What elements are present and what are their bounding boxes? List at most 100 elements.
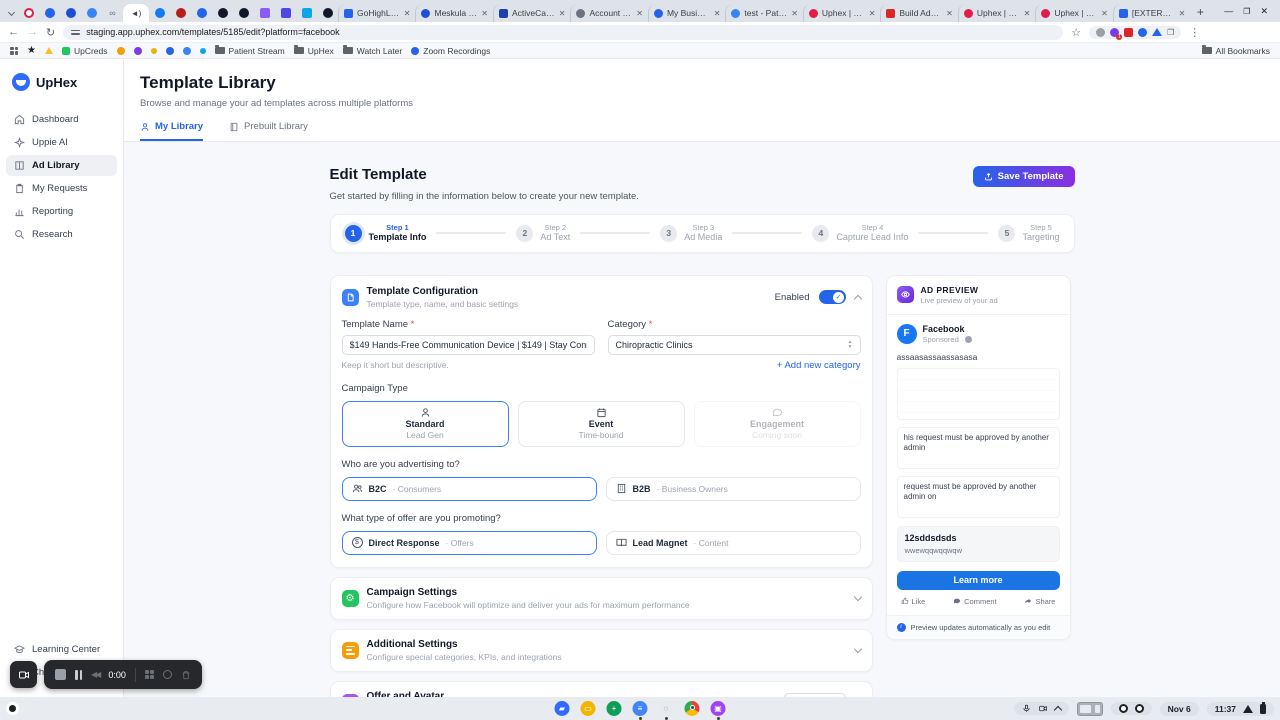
campaign-type-event[interactable]: Event Time-bound (517, 400, 685, 447)
date-pill[interactable]: Nov 6 (1159, 701, 1199, 716)
pinned-tab[interactable] (275, 4, 296, 22)
tab-close-icon[interactable]: ✕ (481, 9, 488, 18)
bookmark-icon[interactable]: ★ (27, 45, 36, 56)
apps-grid-icon[interactable] (10, 46, 18, 55)
tab-my-library[interactable]: My Library (140, 121, 204, 141)
step-ad-text[interactable]: 2 Step 2 Ad Text (516, 223, 570, 244)
category-select[interactable]: Chiropractic Clinics ▲ ▼ (607, 334, 861, 355)
chrome-app-icon[interactable] (684, 701, 700, 716)
close-button[interactable]: ✕ (1260, 6, 1268, 17)
sidebar-item-learning-center[interactable]: Learning Center (6, 639, 117, 660)
forward-button[interactable]: → (27, 26, 38, 38)
bookmark-upcreds[interactable]: UpCreds (61, 46, 108, 56)
pinned-tab[interactable] (254, 4, 275, 22)
extension-icon[interactable] (1138, 27, 1148, 37)
tab-close-icon[interactable]: ✕ (946, 9, 953, 18)
like-action[interactable]: Like (901, 597, 925, 606)
pinned-tab[interactable] (212, 4, 233, 22)
tab-close-icon[interactable]: ✕ (714, 9, 721, 18)
pause-recording-button[interactable] (75, 669, 82, 680)
browser-tab[interactable]: test - Patien ✕ (725, 4, 802, 22)
minimize-button[interactable]: — (1224, 6, 1233, 16)
pinned-tab[interactable] (149, 4, 170, 22)
expand-chevron-icon[interactable] (853, 592, 862, 601)
trash-icon[interactable] (181, 670, 191, 680)
browser-tab[interactable]: Build Ads An✕ (880, 4, 957, 22)
additional-settings-card[interactable]: Additional Settings Configure special ca… (329, 628, 873, 672)
pinned-tab[interactable] (233, 4, 254, 22)
audience-option-b2b[interactable]: B2B · Business Owners (605, 476, 861, 501)
step-targeting[interactable]: 5 Step 5 Targeting (998, 223, 1060, 244)
pinned-tab[interactable] (18, 4, 39, 22)
back-button[interactable]: ← (8, 26, 19, 38)
address-bar[interactable]: staging.app.uphex.com/templates/5185/edi… (63, 24, 1064, 40)
tab-close-icon[interactable]: ✕ (404, 9, 411, 18)
bookmark-icon[interactable] (44, 47, 53, 54)
learn-more-button[interactable]: Learn more (896, 570, 1060, 590)
tab-prebuilt-library[interactable]: Prebuilt Library (229, 121, 308, 141)
bookmark-icon[interactable] (133, 46, 142, 55)
pinned-tab[interactable] (317, 4, 338, 22)
files-app-icon[interactable]: ▰ (554, 701, 570, 716)
tab-close-icon[interactable]: ✕ (1101, 9, 1108, 18)
microphone-icon[interactable] (1022, 704, 1031, 713)
extension-icon[interactable] (1152, 28, 1163, 36)
browser-tab[interactable]: GoHighLevel✕ (338, 4, 415, 22)
bookmark-icon[interactable] (165, 46, 174, 55)
browser-tab[interactable]: My Business✕ (647, 4, 725, 22)
step-template-info[interactable]: 1 Step 1 Template Info (344, 223, 426, 244)
sidebar-item-uppie-ai[interactable]: Uppie AI (6, 132, 117, 153)
step-ad-media[interactable]: 3 Step 3 Ad Media (660, 223, 722, 244)
record-circle-icon[interactable] (162, 670, 172, 679)
share-action[interactable]: Share (1024, 597, 1055, 606)
brand[interactable]: UpHex (0, 59, 123, 109)
bookmark-zoom-recordings[interactable]: Zoom Recordings (411, 46, 490, 56)
browser-tab[interactable]: Account Ove✕ (570, 4, 647, 22)
campaign-type-standard[interactable]: Standard Lead Gen (341, 400, 509, 447)
campaign-settings-card[interactable]: ⚙ Campaign Settings Configure how Facebo… (329, 576, 873, 620)
pinned-tab[interactable]: ∞ (102, 4, 123, 22)
bookmark-icon[interactable] (116, 46, 125, 55)
extension-icon[interactable] (1096, 27, 1106, 37)
offer-option-direct-response[interactable]: $ Direct Response · Offers (341, 530, 597, 555)
sidebar-item-my-requests[interactable]: My Requests (6, 178, 117, 199)
bookmark-star-icon[interactable]: ☆ (1071, 26, 1081, 39)
stop-recording-button[interactable] (55, 669, 66, 680)
chevron-up-icon[interactable] (1053, 705, 1062, 715)
screen-share-preview[interactable] (1076, 701, 1103, 716)
pinned-tab[interactable] (296, 4, 317, 22)
tab-close-icon[interactable]: ✕ (791, 9, 798, 18)
bookmark-folder-watch-later[interactable]: Watch Later (342, 45, 402, 56)
add-new-category-link[interactable]: + Add new category (608, 360, 861, 371)
extensions-puzzle-icon[interactable]: ❒ (1167, 28, 1174, 37)
sidebar-item-research[interactable]: Research (6, 224, 117, 245)
browser-menu-icon[interactable]: ⋮ (1189, 26, 1200, 39)
comment-action[interactable]: Comment (953, 597, 997, 606)
site-info-icon[interactable] (71, 28, 81, 37)
save-template-button[interactable]: Save Template (972, 166, 1075, 187)
browser-tab[interactable]: Uphex | Desi✕ (1035, 4, 1112, 22)
enabled-toggle[interactable] (818, 290, 846, 305)
browser-tab[interactable]: Uphex | Desi✕ (802, 4, 880, 22)
tab-close-icon[interactable]: ✕ (636, 9, 643, 18)
browser-tab[interactable]: Uphex | Desi✕ (957, 4, 1035, 22)
bookmark-icon[interactable] (182, 46, 191, 55)
sidebar-item-dashboard[interactable]: Dashboard (6, 109, 117, 130)
reload-button[interactable]: ↻ (46, 26, 55, 39)
status-area[interactable]: 11:37 (1206, 701, 1274, 716)
screencast-app-icon[interactable]: ▣ (710, 701, 726, 716)
tab-close-icon[interactable]: ✕ (559, 9, 566, 18)
offer-option-lead-magnet[interactable]: Lead Magnet · Content (605, 530, 861, 555)
keep-app-icon[interactable]: ▭ (580, 701, 596, 716)
settings-app-icon[interactable]: ◌ (658, 701, 674, 716)
sidebar-item-ad-library[interactable]: Ad Library (6, 155, 117, 176)
restore-button[interactable]: ❐ (1243, 7, 1250, 16)
pinned-tab[interactable] (81, 4, 102, 22)
bookmark-folder-patient-stream[interactable]: Patient Stream (214, 45, 285, 56)
expand-chevron-icon[interactable] (853, 644, 862, 653)
bookmark-icon[interactable] (150, 47, 157, 54)
url-text[interactable]: staging.app.uphex.com/templates/5185/edi… (86, 27, 339, 37)
recording-indicators[interactable] (1110, 702, 1152, 715)
camera-icon[interactable] (1038, 704, 1048, 713)
media-controls[interactable] (1013, 702, 1069, 715)
